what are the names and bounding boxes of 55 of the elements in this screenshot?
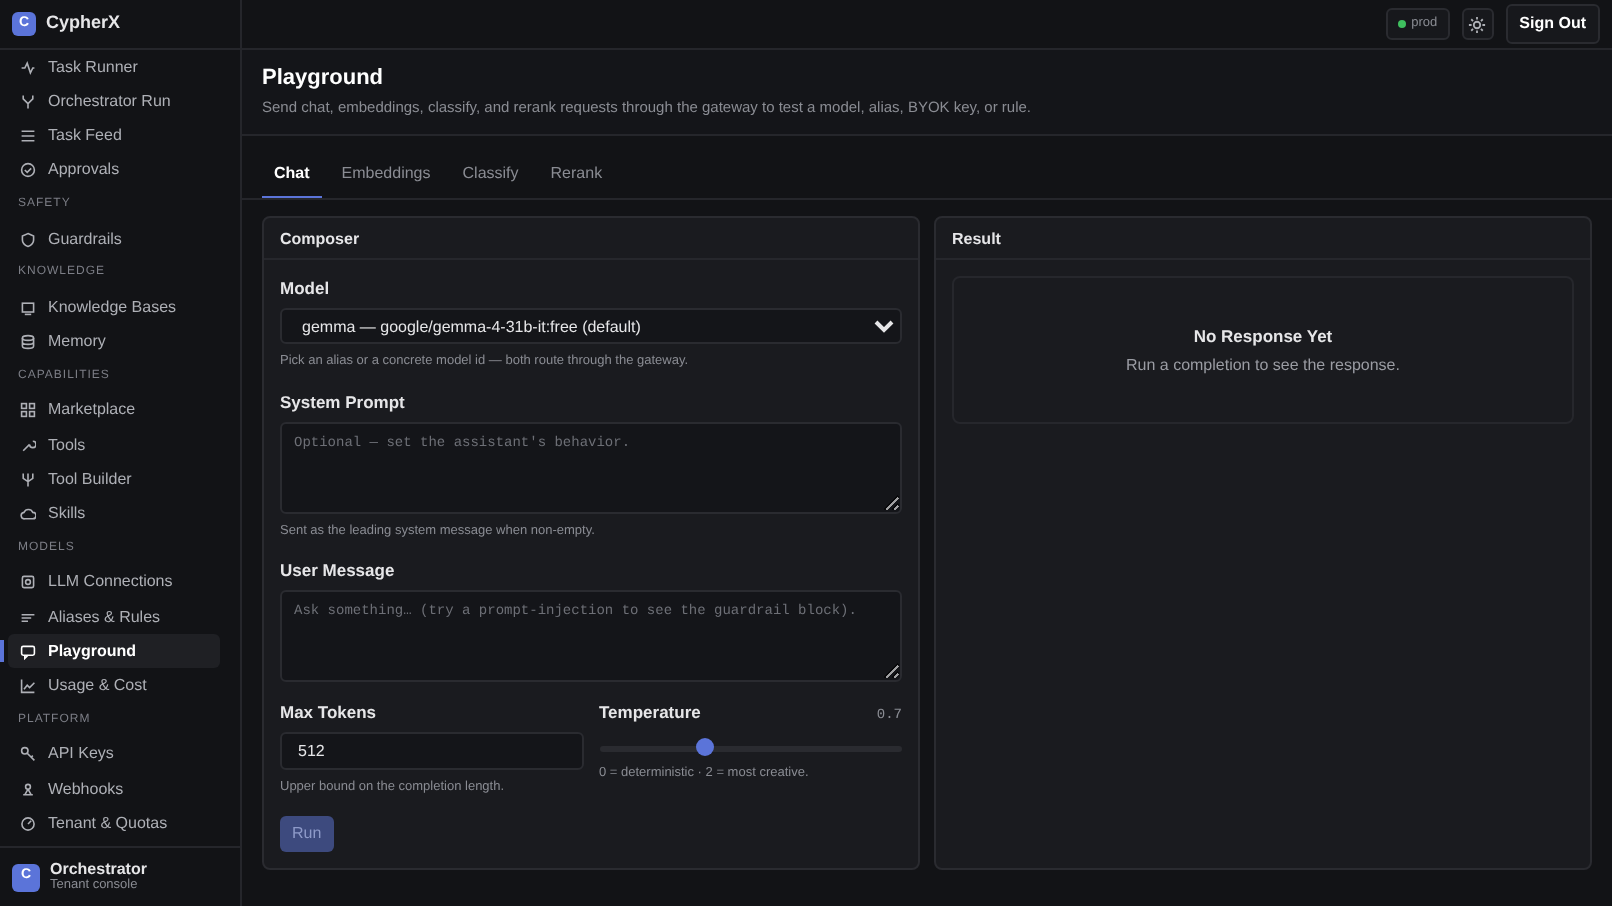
lines-icon <box>20 609 36 626</box>
model-select[interactable]: gemma — google/gemma-4-31b-it:free (default) <box>280 308 902 345</box>
sidebar-item[interactable]: Task Feed <box>8 118 220 154</box>
empty-state-title: No Response Yet <box>1193 323 1333 349</box>
cloud-icon <box>20 506 36 523</box>
sidebar-item[interactable]: Marketplace <box>8 393 220 429</box>
sidebar-item[interactable]: Tool Builder <box>8 462 220 497</box>
sidebar-item[interactable]: Tools <box>8 428 220 463</box>
sun-icon <box>1468 15 1487 33</box>
sidebar-item[interactable]: Usage & Cost <box>8 668 220 704</box>
sidebar-item[interactable]: Approvals <box>8 153 220 188</box>
grid-icon <box>20 402 36 419</box>
max-tokens-field[interactable]: 512 <box>280 731 583 770</box>
tab[interactable]: Chat <box>262 156 322 199</box>
database-icon <box>20 334 36 351</box>
field-label: Max Tokens <box>280 700 379 726</box>
sidebar-item[interactable]: API Keys <box>8 737 220 772</box>
sidebar-item[interactable]: Memory <box>8 325 220 360</box>
field-label: User Message <box>280 558 397 585</box>
account-name: Orchestrator <box>50 861 147 878</box>
tab[interactable]: Embeddings <box>329 156 443 199</box>
sidebar-item[interactable]: Orchestrator Run <box>8 84 220 119</box>
chip-icon <box>20 574 36 591</box>
sidebar-item[interactable]: LLM Connections <box>8 565 220 600</box>
chart-icon <box>20 677 36 694</box>
sidebar-item[interactable]: Tenant & Quotas <box>8 806 220 841</box>
fork-icon <box>20 471 36 488</box>
pulse-icon <box>20 59 36 76</box>
key-icon <box>20 746 36 763</box>
card-title: Result <box>936 218 1590 261</box>
field-label: System Prompt <box>280 389 407 416</box>
sidebar-item[interactable]: Guardrails <box>8 221 220 257</box>
sidebar-item[interactable]: Aliases & Rules <box>8 600 220 635</box>
chat-icon <box>20 643 36 660</box>
webhook-icon <box>20 781 36 798</box>
field-label: Model <box>280 276 332 303</box>
sidebar-item[interactable]: Webhooks <box>8 771 220 807</box>
sidebar-item[interactable]: Task Runner <box>8 50 220 85</box>
branch-icon <box>20 93 36 110</box>
brand-name: CypherX <box>46 10 121 37</box>
card-title: Composer <box>264 218 918 261</box>
sidebar-item[interactable]: Skills <box>8 496 220 532</box>
check-circle-icon <box>20 162 36 179</box>
shield-icon <box>20 231 36 248</box>
field-label: Temperature <box>599 700 701 726</box>
empty-state-text: Run a completion to see the response. <box>1126 354 1400 379</box>
tab[interactable]: Classify <box>450 156 531 199</box>
sidebar-item[interactable]: Knowledge Bases <box>8 290 220 325</box>
tab[interactable]: Rerank <box>538 156 615 199</box>
gauge-icon <box>20 815 36 832</box>
page-title: Playground <box>262 66 386 93</box>
slider-thumb[interactable] <box>696 738 715 757</box>
list-icon <box>20 127 36 144</box>
sign-out-button[interactable]: Sign Out <box>1505 4 1600 44</box>
theme-toggle-button[interactable] <box>1461 8 1494 40</box>
